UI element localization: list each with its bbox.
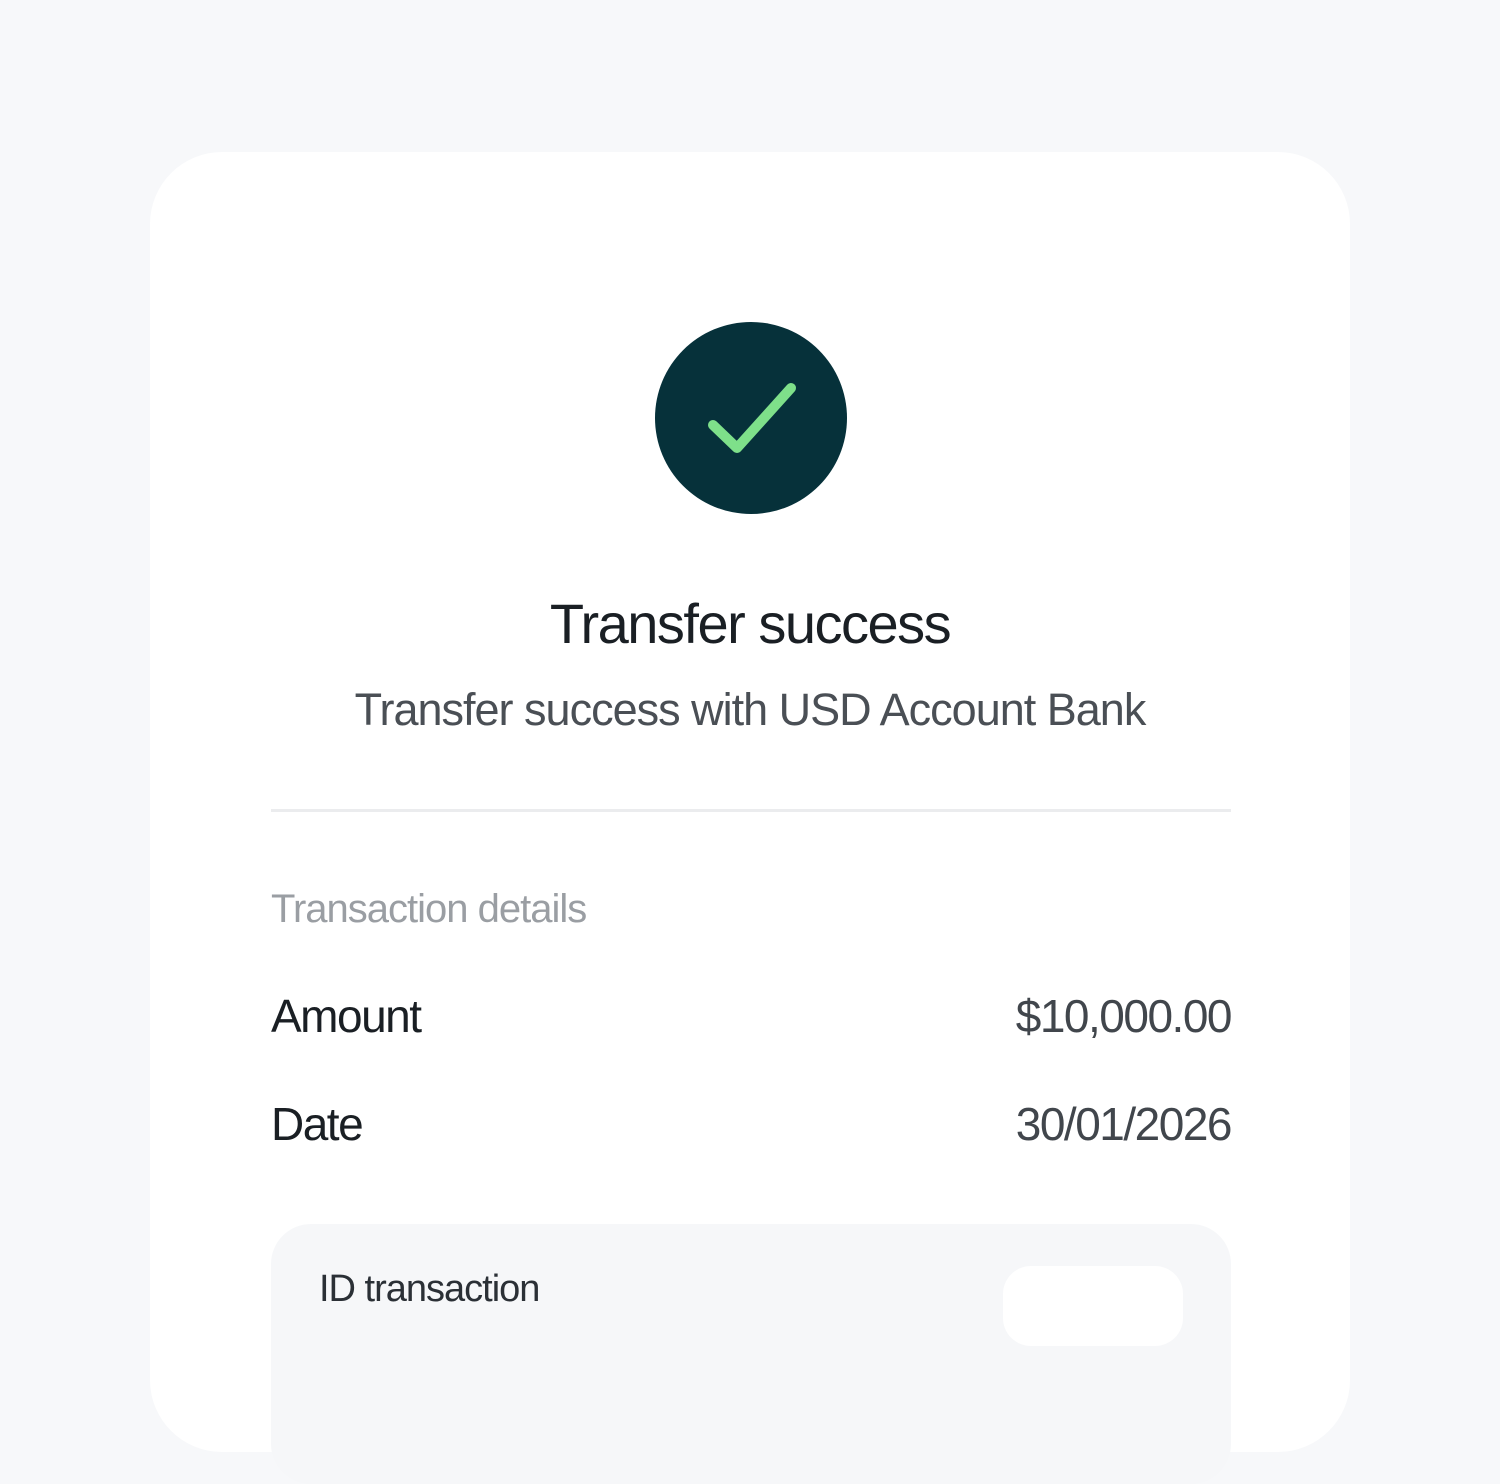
copy-button[interactable] [1003, 1266, 1183, 1346]
check-icon [708, 383, 796, 453]
amount-value: $10,000.00 [1015, 990, 1233, 1042]
date-label: Date [271, 1098, 364, 1150]
detail-row-amount: Amount $10,000.00 [271, 986, 1233, 1046]
transaction-id-label: ID transaction [319, 1268, 540, 1310]
transaction-id-panel: ID transaction [271, 1224, 1231, 1484]
divider [271, 809, 1231, 812]
success-badge [655, 322, 847, 514]
amount-label: Amount [271, 990, 422, 1042]
status-subtitle: Transfer success with USD Account Bank [354, 684, 1147, 735]
page-title: Transfer success [549, 592, 952, 655]
transfer-result-card: Transfer success Transfer success with U… [150, 152, 1350, 1484]
detail-row-date: Date 30/01/2026 [271, 1094, 1233, 1154]
date-value: 30/01/2026 [1015, 1098, 1233, 1150]
section-label-transaction-details: Transaction details [271, 887, 587, 931]
